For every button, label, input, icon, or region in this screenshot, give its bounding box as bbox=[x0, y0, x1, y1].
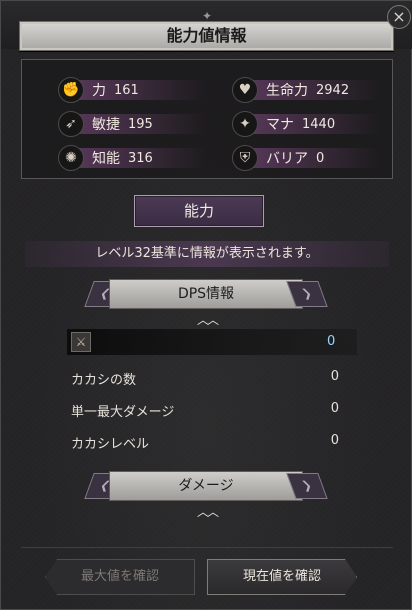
fist-icon: ✊ bbox=[58, 77, 84, 103]
dps-section-title: DPS情報 bbox=[109, 279, 303, 309]
barrier-icon: ⛨ bbox=[232, 145, 258, 171]
stat-label: 敏捷 bbox=[92, 117, 120, 133]
info-row-scarecrow-count: カカシの数 0 bbox=[71, 369, 341, 389]
stat-barrier: ⛨ バリア 0 bbox=[232, 144, 380, 172]
info-label: カカシの数 bbox=[71, 373, 137, 388]
weapon-dps-value: 0 bbox=[327, 334, 336, 349]
info-value: 0 bbox=[330, 369, 339, 384]
info-label: カカシレベル bbox=[71, 437, 150, 452]
stat-value: 0 bbox=[316, 150, 325, 166]
window-title: 能力値情報 bbox=[19, 21, 394, 51]
sword-icon: ⚔ bbox=[71, 332, 91, 352]
stat-agility: ➶ 敏捷 195 bbox=[58, 110, 206, 138]
stats-panel: ✊ 力 161 ♥ 生命力 2942 ➶ 敏捷 195 ✦ マナ 1440 ✺ … bbox=[21, 59, 393, 179]
level-notice: レベル32基準に情報が表示されます。 bbox=[25, 241, 389, 267]
damage-section-title: ダメージ bbox=[109, 471, 303, 501]
info-value: 0 bbox=[330, 433, 339, 448]
stat-value: 2942 bbox=[316, 82, 350, 98]
boot-icon: ➶ bbox=[58, 111, 84, 137]
weapon-row bbox=[67, 329, 357, 355]
stat-intelligence: ✺ 知能 316 bbox=[58, 144, 206, 172]
title-bar: ✦ 能力値情報 × bbox=[1, 1, 412, 51]
info-row-scarecrow-level: カカシレベル 0 bbox=[71, 433, 341, 453]
stat-value: 1440 bbox=[302, 116, 336, 132]
stat-value: 195 bbox=[128, 116, 153, 132]
stat-label: 力 bbox=[92, 83, 106, 99]
mana-icon: ✦ bbox=[232, 111, 258, 137]
stat-mana: ✦ マナ 1440 bbox=[232, 110, 380, 138]
info-row-single-max-damage: 単一最大ダメージ 0 bbox=[71, 401, 341, 421]
collapse-chevron-icon[interactable]: ︿︿ bbox=[187, 311, 227, 327]
heart-shield-icon: ♥ bbox=[232, 77, 258, 103]
stat-value: 316 bbox=[128, 150, 153, 166]
stat-label: マナ bbox=[266, 117, 294, 133]
close-icon: × bbox=[392, 7, 406, 26]
dps-section-header[interactable]: ❮ DPS情報 ❯ bbox=[84, 279, 328, 309]
stats-window: ✦ 能力値情報 × ✊ 力 161 ♥ 生命力 2942 ➶ 敏捷 195 ✦ … bbox=[0, 0, 412, 610]
stat-label: 生命力 bbox=[266, 83, 308, 99]
stat-label: バリア bbox=[266, 151, 308, 167]
info-label: 単一最大ダメージ bbox=[71, 405, 175, 420]
footer-divider bbox=[21, 547, 393, 548]
tab-ability[interactable]: 能力 bbox=[134, 195, 264, 227]
stat-label: 知能 bbox=[92, 151, 120, 167]
max-value-confirm-button[interactable]: 最大値を確認 bbox=[45, 559, 195, 595]
sun-icon: ✺ bbox=[58, 145, 84, 171]
close-button[interactable]: × bbox=[387, 5, 411, 29]
collapse-chevron-icon[interactable]: ︿︿ bbox=[187, 503, 227, 519]
stat-value: 161 bbox=[114, 82, 139, 98]
damage-section-header[interactable]: ❮ ダメージ ❯ bbox=[84, 471, 328, 501]
info-value: 0 bbox=[330, 401, 339, 416]
stat-strength: ✊ 力 161 bbox=[58, 76, 206, 104]
stat-vitality: ♥ 生命力 2942 bbox=[232, 76, 380, 104]
current-value-confirm-button[interactable]: 現在値を確認 bbox=[207, 559, 357, 595]
